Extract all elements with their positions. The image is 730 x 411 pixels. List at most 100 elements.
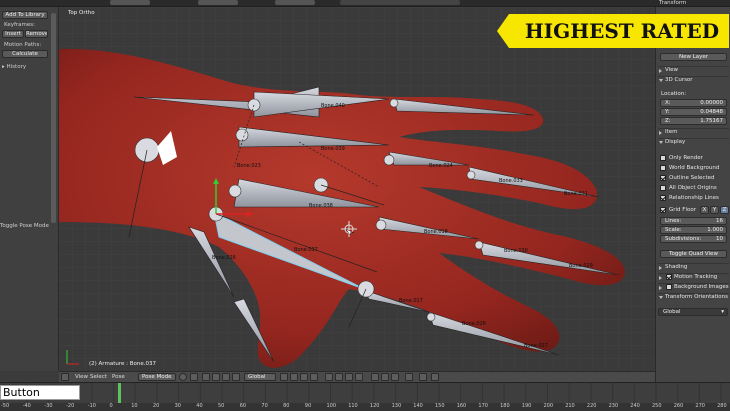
- joint-sphere[interactable]: [426, 312, 436, 322]
- menu-view[interactable]: View: [75, 374, 88, 380]
- layer-button[interactable]: [280, 373, 288, 381]
- frame-number: -10: [87, 403, 96, 409]
- timeline-ticks: [0, 383, 730, 403]
- axis-x-toggle[interactable]: X: [700, 206, 709, 214]
- bone-label: Bone.017: [399, 298, 423, 304]
- axis-z-toggle[interactable]: Z: [720, 206, 729, 214]
- button-widget[interactable]: Button: [0, 385, 80, 400]
- pose-paste-flipped-icon[interactable]: [391, 373, 399, 381]
- lines-field[interactable]: Lines: 16: [660, 217, 727, 225]
- header-dropdown[interactable]: [275, 0, 315, 5]
- editor-type-icon[interactable]: [61, 373, 69, 381]
- frame-number: 120: [369, 403, 380, 409]
- history-label: History: [6, 64, 27, 70]
- bone-label: Bone.040: [321, 103, 345, 109]
- cursor-z-field[interactable]: Z: 1.75167: [660, 117, 727, 125]
- translate-icon[interactable]: [212, 373, 220, 381]
- bone-label: Bone.037: [294, 247, 318, 253]
- frame-number: 90: [304, 403, 312, 409]
- new-layer-button[interactable]: New Layer: [660, 53, 727, 61]
- menu-pose[interactable]: Pose: [112, 374, 125, 380]
- header-dropdown[interactable]: [198, 0, 238, 5]
- item-panel-header[interactable]: Item: [656, 128, 730, 137]
- joint-sphere[interactable]: [228, 184, 242, 198]
- frame-number: 20: [152, 403, 160, 409]
- layer-button[interactable]: [290, 373, 298, 381]
- all-object-origins-checkbox[interactable]: [660, 185, 666, 191]
- only-render-label: Only Render: [669, 155, 703, 161]
- transform-orientations-panel-header[interactable]: Transform Orientations: [656, 293, 730, 302]
- frame-number: 50: [218, 403, 225, 409]
- joint-sphere[interactable]: [466, 170, 476, 180]
- joint-sphere[interactable]: [474, 240, 484, 250]
- frame-number: 30: [174, 403, 181, 409]
- header-dropdown[interactable]: [110, 0, 150, 5]
- axis-y-toggle[interactable]: Y: [710, 206, 719, 214]
- transform-orientation-select[interactable]: Global ▾: [658, 308, 728, 316]
- scale-field[interactable]: Scale: 1.000: [660, 226, 727, 234]
- timeline-editor[interactable]: -50 -40 -30 -20 -10 0 10 20 30 40 50 60 70 80 90 100 110…: [0, 382, 730, 411]
- header-info: [340, 0, 460, 5]
- joint-sphere[interactable]: [383, 154, 395, 166]
- orientation-dropdown[interactable]: Global: [244, 373, 276, 381]
- joint-sphere[interactable]: [235, 128, 249, 142]
- world-background-checkbox[interactable]: [660, 165, 666, 171]
- history-panel-header[interactable]: ▸ History: [2, 64, 26, 70]
- joint-sphere[interactable]: [375, 219, 387, 231]
- all-object-origins-label: All Object Origins: [669, 185, 717, 191]
- calculate-button[interactable]: Calculate: [2, 50, 48, 58]
- render-icon[interactable]: [431, 373, 439, 381]
- cursor-y-field[interactable]: Y: 0.04848: [660, 108, 727, 116]
- relationship-lines-checkbox[interactable]: [660, 195, 666, 201]
- layer-button[interactable]: [310, 373, 318, 381]
- grid-floor-checkbox[interactable]: [660, 207, 666, 213]
- bone-label: Bone.029: [569, 263, 593, 269]
- manipulator-icon[interactable]: [202, 373, 210, 381]
- shading-panel-header[interactable]: Shading: [656, 263, 730, 272]
- display-panel-header[interactable]: Display: [656, 138, 730, 147]
- shading-sphere-icon[interactable]: [179, 373, 187, 381]
- view-panel-header[interactable]: View: [656, 66, 730, 75]
- background-images-checkbox[interactable]: [666, 284, 672, 290]
- frame-number: -20: [66, 403, 75, 409]
- highest-rated-banner: HIGHEST RATED: [497, 14, 729, 48]
- remove-keyframe-button[interactable]: Remove: [25, 30, 48, 38]
- proportional-edit-icon[interactable]: [405, 373, 413, 381]
- layer-button[interactable]: [325, 373, 333, 381]
- snap-icon[interactable]: [419, 373, 427, 381]
- pivot-icon[interactable]: [190, 373, 198, 381]
- outline-selected-checkbox[interactable]: [660, 175, 666, 181]
- properties-panel: New Layer View 3D Cursor Location: X: 0.0…: [655, 7, 730, 382]
- layer-button[interactable]: [300, 373, 308, 381]
- current-frame-cursor[interactable]: [118, 383, 121, 403]
- orientation-value: Global: [663, 309, 681, 315]
- viewport-canvas[interactable]: Bone.040 Bone.039 Bone.023 Bone.038 Bone…: [59, 7, 655, 371]
- layer-button[interactable]: [355, 373, 363, 381]
- layer-button[interactable]: [345, 373, 353, 381]
- only-render-checkbox[interactable]: [660, 155, 666, 161]
- outline-selected-label: Outline Selected: [669, 175, 715, 181]
- bone-label: Bone.027: [524, 343, 548, 349]
- menu-select[interactable]: Select: [90, 374, 107, 380]
- cursor-x-field[interactable]: X: 0.00000: [660, 99, 727, 107]
- rotate-icon[interactable]: [222, 373, 230, 381]
- pose-paste-icon[interactable]: [381, 373, 389, 381]
- mode-dropdown[interactable]: Pose Mode: [138, 373, 176, 381]
- banner-text: HIGHEST RATED: [524, 19, 720, 43]
- pose-copy-icon[interactable]: [371, 373, 379, 381]
- toggle-quad-view-button[interactable]: Toggle Quad View: [660, 250, 727, 258]
- motion-tracking-checkbox[interactable]: [666, 274, 672, 280]
- 3d-cursor-panel-header[interactable]: 3D Cursor: [656, 76, 730, 85]
- insert-keyframe-button[interactable]: Insert: [2, 30, 24, 38]
- bone-label: Bone.023: [237, 163, 261, 169]
- subdivisions-label: Subdivisions:: [665, 236, 702, 242]
- subdivisions-field[interactable]: Subdivisions: 10: [660, 235, 727, 243]
- add-to-library-button[interactable]: Add To Library: [2, 11, 48, 19]
- scale-icon[interactable]: [232, 373, 240, 381]
- joint-sphere[interactable]: [389, 98, 399, 108]
- layer-button[interactable]: [335, 373, 343, 381]
- frame-number: 40: [196, 403, 203, 409]
- frame-number: 110: [348, 403, 358, 409]
- tool-shelf-scrollbar[interactable]: [51, 13, 56, 223]
- 3d-viewport[interactable]: Bone.040 Bone.039 Bone.023 Bone.038 Bone…: [59, 7, 655, 371]
